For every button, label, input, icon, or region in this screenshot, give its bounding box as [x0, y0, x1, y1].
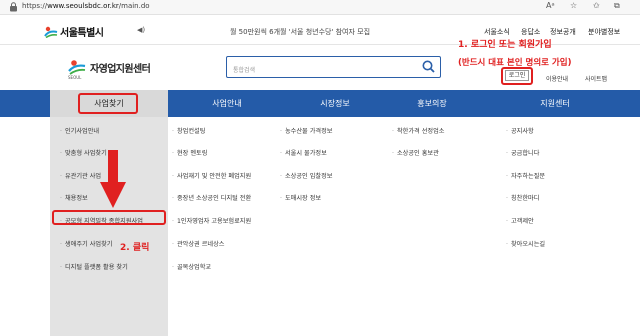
- main-nav: 사업찾기 사업안내 시장정보 홍보의장 지원센터: [0, 90, 640, 117]
- menu-item[interactable]: · 찾아오시는길: [506, 239, 545, 248]
- menu-item[interactable]: · 생애주기 사업찾기: [60, 239, 112, 248]
- menu-item[interactable]: · 서울시 물가정보: [280, 148, 327, 157]
- menu-item[interactable]: · 도매시장 정보: [280, 193, 321, 202]
- mega-menu: · 인기사업안내 · 맞춤형 사업찾기 · 유관기관 사업 · 채용정보 · 공모형 지역…: [0, 117, 640, 336]
- speaker-icon[interactable]: ◀): [137, 26, 145, 34]
- seoul-logo-text: 서울특별시: [60, 28, 104, 39]
- top-link-fields[interactable]: 분야별정보: [588, 27, 620, 37]
- menu-item[interactable]: · 착한가격 선정업소: [392, 126, 444, 135]
- nav-business-guide[interactable]: 사업안내: [168, 90, 286, 117]
- menu-item[interactable]: · 유관기관 사업: [60, 171, 101, 180]
- annotation-step1: 1. 로그인 또는 회원가입: [458, 40, 552, 50]
- menu-item[interactable]: · 1인자영업자 고용보험료지원: [172, 216, 251, 225]
- lock-icon: [10, 2, 17, 12]
- menu-item[interactable]: · 인기사업안내: [60, 126, 99, 135]
- browser-address-bar[interactable]: https://www.seoulsbdc.or.kr/main.do Aᵃ ☆…: [0, 0, 640, 15]
- sitemap-link[interactable]: 사이트맵: [585, 74, 607, 83]
- menu-item[interactable]: · 궁금합니다: [506, 148, 539, 157]
- red-arrow-icon: [100, 150, 126, 208]
- menu-item[interactable]: · 현장 멘토링: [172, 148, 207, 157]
- search-icon[interactable]: [422, 60, 435, 73]
- sbdc-logo-text: 자영업지원센터: [90, 63, 151, 75]
- search-box[interactable]: [226, 56, 441, 80]
- menu-item[interactable]: · 고객제안: [506, 216, 534, 225]
- sbdc-logo-sub: SEOUL: [68, 75, 82, 80]
- menu-item[interactable]: · 창업컨설팅: [172, 126, 205, 135]
- menu-item[interactable]: · 자주하는질문: [506, 171, 545, 180]
- nav-business-search[interactable]: 사업찾기: [50, 90, 168, 117]
- menu-item[interactable]: · 채용정보: [60, 193, 88, 202]
- menu-item[interactable]: · 칭찬한마디: [506, 193, 539, 202]
- read-aloud-icon[interactable]: Aᵃ: [546, 1, 555, 10]
- nav-support-center[interactable]: 지원센터: [480, 90, 630, 117]
- top-link-info[interactable]: 정보공개: [550, 27, 576, 37]
- menu-item[interactable]: · 중장년 소상공인 디지털 전환: [172, 193, 251, 202]
- collections-icon[interactable]: ⧉: [614, 1, 620, 11]
- menu-item[interactable]: · 사업재기 및 안전한 폐업지원: [172, 171, 251, 180]
- favorites-icon[interactable]: ✩: [593, 1, 600, 10]
- login-button[interactable]: 로그인: [505, 70, 529, 81]
- nav-promotion[interactable]: 홍보의장: [384, 90, 480, 117]
- seoul-logo-icon: [44, 26, 58, 38]
- sbdc-logo[interactable]: 자영업지원센터 SEOUL: [68, 58, 151, 80]
- favorite-star-icon[interactable]: ☆: [570, 1, 577, 10]
- sbdc-logo-icon: [68, 60, 86, 75]
- top-link-news[interactable]: 서울소식: [484, 27, 510, 37]
- menu-item[interactable]: · 농수산물 가격정보: [280, 126, 332, 135]
- annotation-step2: 2. 클릭: [120, 243, 150, 253]
- nav-market-info[interactable]: 시장정보: [286, 90, 384, 117]
- menu-item[interactable]: · 소상공인 홍보관: [392, 148, 439, 157]
- menu-item-highlighted[interactable]: · 공모형 지역밀착 종합지원사업: [60, 216, 143, 225]
- menu-item[interactable]: · 공지사항: [506, 126, 534, 135]
- search-input[interactable]: [233, 61, 413, 80]
- annotation-step1-note: (반드시 대표 본인 명의로 가입): [458, 58, 572, 68]
- menu-item[interactable]: · 소상공인 입찰정보: [280, 171, 332, 180]
- seoul-logo[interactable]: 서울특별시: [44, 24, 104, 39]
- menu-item[interactable]: · 골목상업학교: [172, 262, 211, 271]
- notice-ticker[interactable]: 월 50만원씩 6개월 '서울 청년수당' 참여자 모집: [230, 27, 370, 37]
- usage-guide-link[interactable]: 이용안내: [546, 74, 568, 83]
- url-text[interactable]: https://www.seoulsbdc.or.kr/main.do: [22, 2, 150, 10]
- menu-item[interactable]: · 디지털 플랫폼 활용 찾기: [60, 262, 128, 271]
- top-link-response[interactable]: 응답소: [521, 27, 540, 37]
- menu-item[interactable]: · 관악상권 르네상스: [172, 239, 224, 248]
